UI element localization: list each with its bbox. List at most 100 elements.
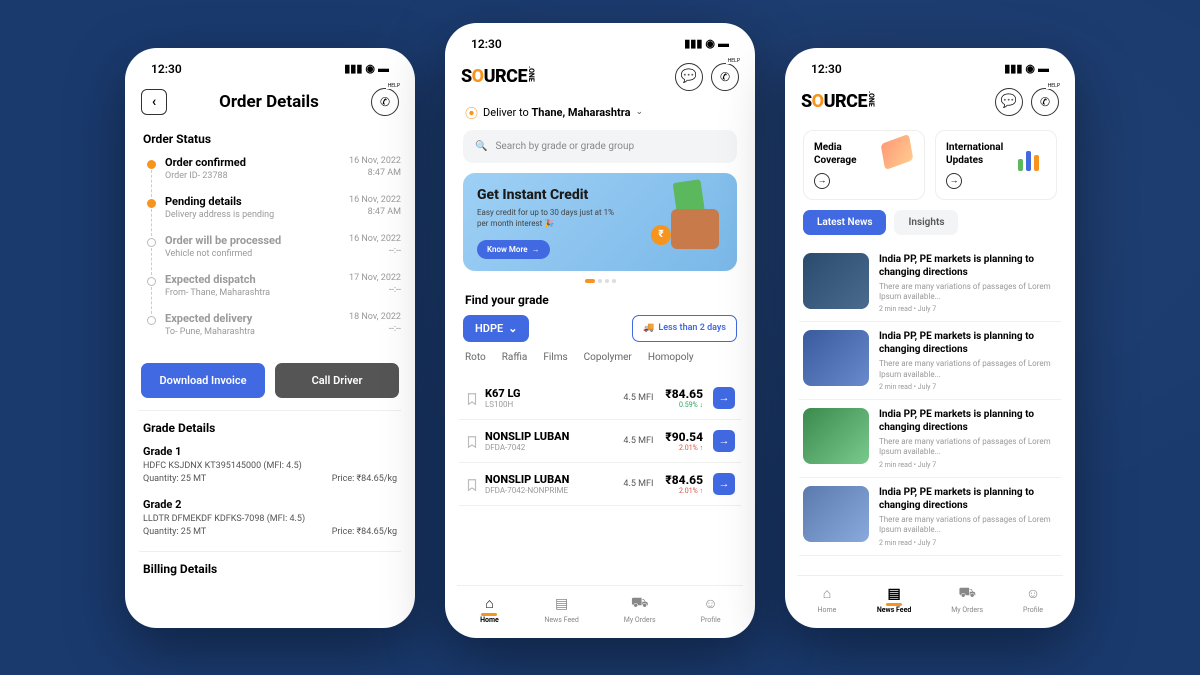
- tab-home[interactable]: ⌂Home: [479, 594, 499, 624]
- wifi-icon: ◉: [365, 62, 375, 75]
- know-more-button[interactable]: Know More→: [477, 240, 550, 259]
- profile-icon: ☺: [701, 594, 721, 614]
- battery-icon: ▬: [718, 37, 729, 50]
- wifi-icon: ◉: [1025, 62, 1035, 75]
- news-thumbnail: [803, 486, 869, 542]
- chevron-down-icon: ⌄: [635, 107, 643, 117]
- status-icons: ▮▮▮◉▬: [344, 62, 389, 75]
- help-button[interactable]: ✆HELP: [371, 88, 399, 116]
- chat-icon: 💬: [681, 69, 697, 84]
- product-row[interactable]: K67 LGLS100H 4.5 MFI ₹84.650.59% ↓ →: [459, 377, 741, 420]
- help-button[interactable]: ✆HELP: [711, 63, 739, 91]
- view-product-button[interactable]: →: [713, 430, 735, 452]
- grade-item: Grade 1 HDFC KSJDNX KT395145000 (MFI: 4.…: [139, 445, 401, 484]
- profile-icon: ☺: [1023, 584, 1043, 604]
- bookmark-icon[interactable]: [465, 391, 479, 405]
- search-icon: 🔍: [475, 141, 487, 152]
- tile-international-updates[interactable]: International Updates →: [935, 130, 1057, 200]
- source-one-logo: SOURCE.ONE: [801, 91, 875, 112]
- news-thumbnail: [803, 408, 869, 464]
- category-tab[interactable]: Raffia: [502, 352, 528, 367]
- back-button[interactable]: ‹: [141, 89, 167, 115]
- tab-latest-news[interactable]: Latest News: [803, 210, 886, 235]
- category-tab[interactable]: Films: [543, 352, 567, 367]
- category-tab[interactable]: Roto: [465, 352, 486, 367]
- credit-banner[interactable]: Get Instant Credit Easy credit for up to…: [463, 173, 737, 271]
- page-title: Order Details: [167, 92, 371, 112]
- phone-icon: ✆: [380, 95, 390, 109]
- tile-media-coverage[interactable]: Media Coverage →: [803, 130, 925, 200]
- megaphone-icon: [882, 139, 918, 175]
- news-item[interactable]: India PP, PE markets is planning to chan…: [799, 245, 1061, 323]
- chat-button[interactable]: 💬: [995, 88, 1023, 116]
- arrow-right-icon: →: [814, 173, 830, 189]
- chat-icon: 💬: [1001, 94, 1017, 109]
- category-tabs: Roto Raffia Films Copolymer Homopoly: [465, 352, 735, 367]
- billing-details-label: Billing Details: [143, 562, 401, 576]
- location-pin-icon: ⦿: [465, 103, 478, 122]
- product-row[interactable]: NONSLIP LUBANDFDA-7042-NONPRIME 4.5 MFI …: [459, 463, 741, 506]
- chat-button[interactable]: 💬: [675, 63, 703, 91]
- source-one-logo: SOURCE.ONE: [461, 66, 535, 87]
- news-thumbnail: [803, 253, 869, 309]
- tab-profile[interactable]: ☺Profile: [1023, 584, 1043, 614]
- status-bar: 12:30 ▮▮▮◉▬: [457, 33, 743, 55]
- bottom-nav: ⌂Home ▤News Feed ⛟My Orders ☺Profile: [457, 585, 743, 628]
- timeline-item: Order will be processedVehicle not confi…: [147, 234, 401, 273]
- phone-order-details: 12:30 ▮▮▮◉▬ ‹ Order Details ✆HELP Order …: [125, 48, 415, 628]
- status-bar: 12:30 ▮▮▮◉▬: [797, 58, 1063, 80]
- phone-icon: ✆: [1040, 95, 1050, 109]
- tab-news[interactable]: ▤News Feed: [877, 584, 911, 614]
- grade-item: Grade 2 LLDTR DFMEKDF KDFKS-7098 (MFI: 4…: [139, 498, 401, 537]
- app-header: SOURCE.ONE 💬 ✆HELP: [457, 55, 743, 101]
- tab-orders[interactable]: ⛟My Orders: [951, 584, 983, 614]
- category-tab[interactable]: Homopoly: [648, 352, 694, 367]
- tab-news[interactable]: ▤News Feed: [544, 594, 578, 624]
- grade-dropdown[interactable]: HDPE⌄: [463, 315, 529, 342]
- phone-home: 12:30 ▮▮▮◉▬ SOURCE.ONE 💬 ✆HELP ⦿ Deliver…: [445, 23, 755, 638]
- timeline-item: Order confirmedOrder ID- 2378816 Nov, 20…: [147, 156, 401, 195]
- order-status-label: Order Status: [143, 132, 401, 146]
- tab-insights[interactable]: Insights: [894, 210, 958, 235]
- news-item[interactable]: India PP, PE markets is planning to chan…: [799, 322, 1061, 400]
- product-row[interactable]: NONSLIP LUBANDFDA-7042 4.5 MFI ₹90.542.0…: [459, 420, 741, 463]
- chevron-down-icon: ⌄: [508, 322, 517, 335]
- timeline-item: Expected dispatchFrom- Thane, Maharashtr…: [147, 273, 401, 312]
- home-icon: ⌂: [479, 594, 499, 614]
- news-item[interactable]: India PP, PE markets is planning to chan…: [799, 478, 1061, 556]
- call-driver-button[interactable]: Call Driver: [275, 363, 399, 398]
- delivery-location[interactable]: ⦿ Deliver to Thane, Maharashtra ⌄: [459, 101, 741, 130]
- signal-icon: ▮▮▮: [684, 37, 702, 50]
- status-time: 12:30: [471, 37, 502, 51]
- tab-profile[interactable]: ☺Profile: [701, 594, 721, 624]
- news-item[interactable]: India PP, PE markets is planning to chan…: [799, 400, 1061, 478]
- status-icons: ▮▮▮◉▬: [1004, 62, 1049, 75]
- phone-news-feed: 12:30 ▮▮▮◉▬ SOURCE.ONE 💬 ✆HELP Media Cov…: [785, 48, 1075, 628]
- search-input[interactable]: 🔍 Search by grade or grade group: [463, 130, 737, 163]
- help-button[interactable]: ✆HELP: [1031, 88, 1059, 116]
- arrow-right-icon: →: [946, 173, 962, 189]
- divider: [139, 551, 401, 552]
- news-icon: ▤: [552, 594, 572, 614]
- delivery-filter[interactable]: 🚚Less than 2 days: [632, 315, 737, 342]
- chart-icon: [1014, 139, 1050, 175]
- status-time: 12:30: [151, 62, 182, 76]
- app-header: SOURCE.ONE 💬 ✆HELP: [797, 80, 1063, 126]
- download-invoice-button[interactable]: Download Invoice: [141, 363, 265, 398]
- truck-icon: ⛟: [957, 584, 977, 604]
- bookmark-icon[interactable]: [465, 434, 479, 448]
- tab-orders[interactable]: ⛟My Orders: [624, 594, 656, 624]
- page-header: ‹ Order Details ✆HELP: [137, 80, 403, 126]
- category-tab[interactable]: Copolymer: [584, 352, 632, 367]
- grade-details-label: Grade Details: [143, 421, 401, 435]
- bookmark-icon[interactable]: [465, 477, 479, 491]
- news-icon: ▤: [884, 584, 904, 604]
- timeline-item: Pending detailsDelivery address is pendi…: [147, 195, 401, 234]
- bottom-nav: ⌂Home ▤News Feed ⛟My Orders ☺Profile: [797, 575, 1063, 618]
- tab-home[interactable]: ⌂Home: [817, 584, 837, 614]
- battery-icon: ▬: [378, 62, 389, 75]
- view-product-button[interactable]: →: [713, 473, 735, 495]
- status-icons: ▮▮▮◉▬: [684, 37, 729, 50]
- timeline-item: Expected deliveryTo- Pune, Maharashtra18…: [147, 312, 401, 351]
- view-product-button[interactable]: →: [713, 387, 735, 409]
